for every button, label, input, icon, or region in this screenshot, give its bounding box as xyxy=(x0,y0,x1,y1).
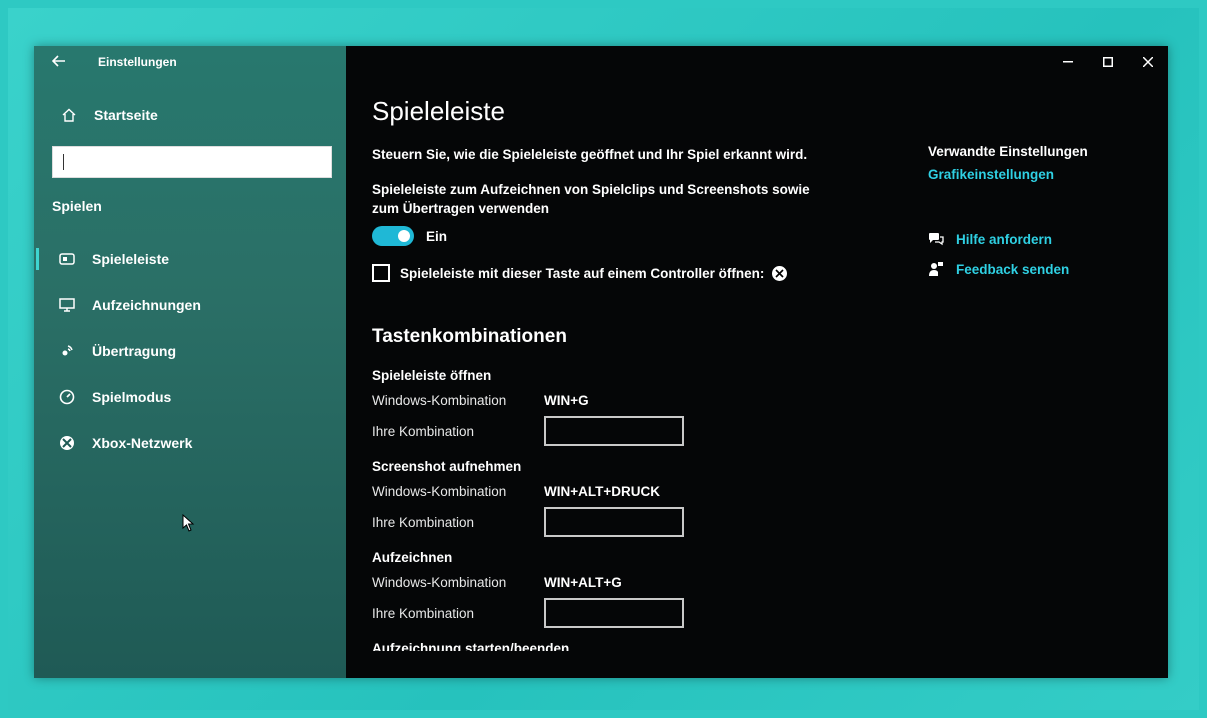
shortcut-group-open: Spieleleiste öffnen Windows-Kombination … xyxy=(372,368,932,449)
xbox-button-icon xyxy=(772,265,788,281)
windows-combo-value: WIN+ALT+G xyxy=(544,574,622,590)
feedback-person-icon xyxy=(928,261,956,277)
gamebar-icon xyxy=(52,253,82,265)
titlebar: Einstellungen xyxy=(34,46,346,78)
sidebar: Einstellungen Startseite Spielen Spielel… xyxy=(34,46,346,678)
sidebar-item-spieleleiste[interactable]: Spieleleiste xyxy=(34,236,346,282)
xbox-icon xyxy=(52,435,82,451)
captures-icon xyxy=(52,298,82,312)
toggle-state: Ein xyxy=(426,228,448,244)
search-input[interactable] xyxy=(52,146,332,178)
toggle-label: Spieleleiste zum Aufzeichnen von Spielcl… xyxy=(372,182,810,216)
windows-combo-row: Windows-Kombination WIN+G xyxy=(372,387,932,413)
windows-combo-value: WIN+G xyxy=(544,392,589,408)
windows-combo-row: Windows-Kombination WIN+ALT+G xyxy=(372,569,932,595)
settings-content: Spieleleiste Steuern Sie, wie die Spiele… xyxy=(372,96,932,651)
help-link[interactable]: Hilfe anfordern xyxy=(956,232,1052,247)
sidebar-item-label: Spielmodus xyxy=(92,389,172,405)
shortcut-group-record: Aufzeichnen Windows-Kombination WIN+ALT+… xyxy=(372,550,932,631)
custom-combo-label: Ihre Kombination xyxy=(372,423,475,439)
toggle-row: Ein xyxy=(372,226,932,246)
windows-combo-value: WIN+ALT+DRUCK xyxy=(544,483,660,499)
sidebar-item-xbox-netzwerk[interactable]: Xbox-Netzwerk xyxy=(34,420,346,466)
cut-off-heading: Aufzeichnung starten/beenden xyxy=(372,641,570,651)
section-header: Spielen xyxy=(52,198,102,214)
custom-combo-label: Ihre Kombination xyxy=(372,605,475,621)
custom-combo-row: Ihre Kombination xyxy=(372,504,932,540)
shortcut-heading: Spieleleiste öffnen xyxy=(372,368,492,383)
home-label: Startseite xyxy=(94,107,158,123)
feedback-link-row[interactable]: Feedback senden xyxy=(928,254,1128,284)
app-title: Einstellungen xyxy=(98,55,177,69)
controller-checkbox[interactable] xyxy=(372,264,390,282)
window-controls xyxy=(1048,46,1168,78)
windows-combo-label: Windows-Kombination xyxy=(372,574,507,590)
controller-checkbox-row: Spieleleiste mit dieser Taste auf einem … xyxy=(372,264,932,282)
shortcut-heading: Aufzeichnen xyxy=(372,550,453,565)
help-chat-icon xyxy=(928,232,956,246)
main-panel: Spieleleiste Steuern Sie, wie die Spiele… xyxy=(346,46,1168,678)
shortcut-heading: Screenshot aufnehmen xyxy=(372,459,522,474)
graphics-settings-link[interactable]: Grafikeinstellungen xyxy=(928,167,1128,182)
custom-combo-input[interactable] xyxy=(544,416,684,446)
page-description: Steuern Sie, wie die Spieleleiste geöffn… xyxy=(372,147,808,162)
help-links: Hilfe anfordern Feedback senden xyxy=(928,224,1128,284)
sidebar-item-label: Spieleleiste xyxy=(92,251,170,267)
custom-combo-label: Ihre Kombination xyxy=(372,514,475,530)
related-settings: Verwandte Einstellungen Grafikeinstellun… xyxy=(928,144,1128,284)
home-link[interactable]: Startseite xyxy=(34,98,346,132)
sidebar-item-spielmodus[interactable]: Spielmodus xyxy=(34,374,346,420)
sidebar-item-label: Xbox-Netzwerk xyxy=(92,435,193,451)
custom-combo-row: Ihre Kombination xyxy=(372,413,932,449)
toggle-knob xyxy=(398,230,410,242)
checkbox-label: Spieleleiste mit dieser Taste auf einem … xyxy=(400,265,765,281)
sidebar-item-label: Aufzeichnungen xyxy=(92,297,201,313)
shortcut-group-screenshot: Screenshot aufnehmen Windows-Kombination… xyxy=(372,459,932,540)
page-title: Spieleleiste xyxy=(372,96,505,126)
text-caret xyxy=(63,154,64,170)
sidebar-nav: Spieleleiste Aufzeichnungen Übertragung … xyxy=(34,236,346,466)
maximize-button[interactable] xyxy=(1088,46,1128,78)
back-arrow-icon[interactable] xyxy=(51,54,82,71)
help-link-row[interactable]: Hilfe anfordern xyxy=(928,224,1128,254)
broadcast-icon xyxy=(52,343,82,359)
shortcuts-title: Tastenkombinationen xyxy=(372,326,567,347)
custom-combo-input[interactable] xyxy=(544,507,684,537)
windows-combo-label: Windows-Kombination xyxy=(372,483,507,499)
gamebar-toggle[interactable] xyxy=(372,226,414,246)
gamemode-icon xyxy=(52,389,82,405)
related-heading: Verwandte Einstellungen xyxy=(928,144,1088,159)
minimize-button[interactable] xyxy=(1048,46,1088,78)
close-button[interactable] xyxy=(1128,46,1168,78)
home-icon xyxy=(54,108,84,122)
sidebar-item-label: Übertragung xyxy=(92,343,176,359)
windows-combo-label: Windows-Kombination xyxy=(372,392,507,408)
sidebar-item-uebertragung[interactable]: Übertragung xyxy=(34,328,346,374)
mouse-cursor-icon xyxy=(182,514,195,532)
feedback-link[interactable]: Feedback senden xyxy=(956,262,1069,277)
settings-window: Einstellungen Startseite Spielen Spielel… xyxy=(34,46,1168,678)
custom-combo-input[interactable] xyxy=(544,598,684,628)
sidebar-item-aufzeichnungen[interactable]: Aufzeichnungen xyxy=(34,282,346,328)
custom-combo-row: Ihre Kombination xyxy=(372,595,932,631)
windows-combo-row: Windows-Kombination WIN+ALT+DRUCK xyxy=(372,478,932,504)
